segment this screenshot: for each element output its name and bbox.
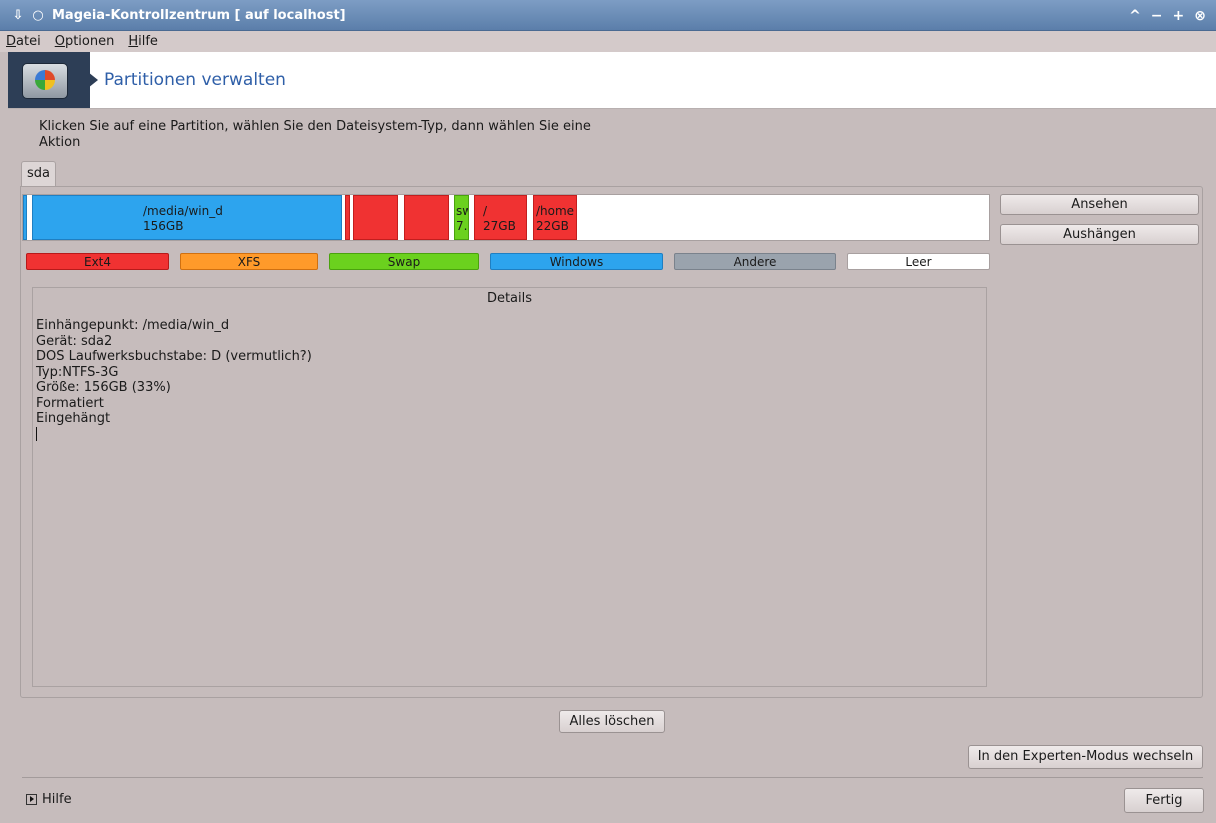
detail-mounted: Eingehängt <box>36 411 111 426</box>
partition-size: 156GB <box>143 219 184 233</box>
partition-size: 27GB <box>483 219 516 233</box>
partition-size: 22GB <box>536 219 569 233</box>
expert-mode-button[interactable]: In den Experten-Modus wechseln <box>968 745 1203 769</box>
banner-icon-area <box>8 52 90 108</box>
partition-home[interactable]: /home 22GB <box>533 195 577 240</box>
done-button[interactable]: Fertig <box>1124 788 1204 813</box>
partition-free-space[interactable] <box>583 195 988 240</box>
disk-pie-icon <box>22 63 68 99</box>
detail-dos-letter: DOS Laufwerksbuchstabe: D (vermutlich?) <box>36 349 312 364</box>
menu-hilfe[interactable]: Hilfe <box>128 34 158 49</box>
partition-size: 7. <box>456 219 468 233</box>
menubar: Datei Optionen Hilfe <box>0 31 1216 52</box>
legend-swap: Swap <box>329 253 479 270</box>
window-shade-icon[interactable]: ^ <box>1129 8 1141 24</box>
partition-label: sw <box>456 204 468 218</box>
partition-sda5[interactable] <box>353 195 398 240</box>
partition-sda6[interactable] <box>404 195 449 240</box>
window-close-icon[interactable]: ⊗ <box>1194 8 1206 24</box>
partition-swap[interactable]: sw 7. <box>454 195 469 240</box>
banner-arrow <box>88 72 98 88</box>
text-cursor <box>36 426 37 441</box>
window-titlebar: ⇩ ○ Mageia-Kontrollzentrum [ auf localho… <box>0 0 1216 31</box>
details-title: Details <box>486 291 533 306</box>
window-title: Mageia-Kontrollzentrum [ auf localhost] <box>52 8 346 23</box>
tab-sda[interactable]: sda <box>21 161 56 187</box>
legend-windows: Windows <box>490 253 663 270</box>
view-button[interactable]: Ansehen <box>1000 194 1199 215</box>
legend-ext4: Ext4 <box>26 253 169 270</box>
detail-formatted: Formatiert <box>36 395 104 411</box>
partition-bar: /media/win_d 156GB sw 7. / 27GB /home 22… <box>22 194 990 241</box>
details-text: Einhängepunkt: /media/win_d Gerät: sda2 … <box>36 318 312 445</box>
help-label: Hilfe <box>42 792 72 807</box>
unmount-button[interactable]: Aushängen <box>1000 224 1199 245</box>
help-expander[interactable]: Hilfe <box>26 792 72 807</box>
instruction-text: Klicken Sie auf eine Partition, wählen S… <box>39 119 591 150</box>
window-maximize-icon[interactable]: + <box>1173 8 1185 24</box>
header-banner: Partitionen verwalten <box>8 52 1216 109</box>
legend-other: Andere <box>674 253 836 270</box>
partition-sda3[interactable] <box>345 195 350 240</box>
detail-mount-point: Einhängepunkt: /media/win_d <box>36 318 230 333</box>
partition-sda2[interactable]: /media/win_d 156GB <box>32 195 342 240</box>
detail-type: Typ:NTFS-3G <box>36 364 119 380</box>
legend-xfs: XFS <box>180 253 318 270</box>
partition-label: /media/win_d <box>143 204 223 218</box>
detail-size: Größe: 156GB (33%) <box>36 380 171 395</box>
partition-label: / <box>483 204 488 218</box>
window-menu-icon[interactable]: ⇩ <box>12 8 24 23</box>
partition-sda1[interactable] <box>23 195 27 240</box>
menu-datei[interactable]: Datei <box>6 34 41 49</box>
footer-divider <box>22 777 1203 778</box>
partition-label: /home <box>536 204 575 218</box>
partition-root[interactable]: / 27GB <box>474 195 527 240</box>
expand-arrow-icon <box>26 794 37 805</box>
legend-empty: Leer <box>847 253 990 270</box>
page-title: Partitionen verwalten <box>104 70 286 90</box>
window-app-icon: ○ <box>32 8 44 23</box>
menu-optionen[interactable]: Optionen <box>55 34 115 49</box>
clear-all-button[interactable]: Alles löschen <box>559 710 665 733</box>
detail-device: Gerät: sda2 <box>36 333 113 349</box>
window-minimize-icon[interactable]: − <box>1151 8 1163 24</box>
details-box: Details Einhängepunkt: /media/win_d Gerä… <box>32 287 987 687</box>
